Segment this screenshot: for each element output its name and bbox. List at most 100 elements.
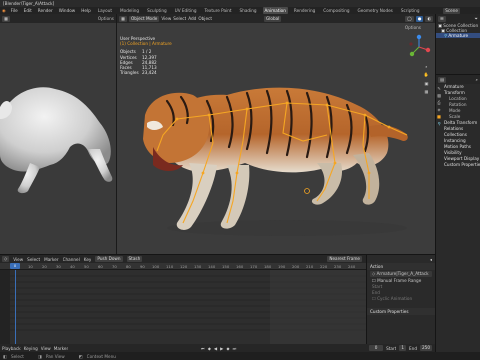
tab-sculpting[interactable]: Sculpting xyxy=(145,7,169,14)
tab-layout[interactable]: Layout xyxy=(96,7,114,14)
sidebar-tabs: ◂ xyxy=(367,255,435,263)
tab-texture-paint[interactable]: Texture Paint xyxy=(203,7,234,14)
keying-menu[interactable]: Keying xyxy=(24,346,38,351)
dope-key-menu[interactable]: Key xyxy=(84,257,92,262)
ruler-tick: 240 xyxy=(348,264,356,269)
scene-tab-icon[interactable]: ◈ xyxy=(437,107,440,112)
tab-uv-editing[interactable]: UV Editing xyxy=(173,7,199,14)
dope-select-menu[interactable]: Select xyxy=(27,257,40,262)
tab-rendering[interactable]: Rendering xyxy=(292,7,317,14)
status-bar: ◧ Select ◨ Pan View ◩ Context Menu xyxy=(0,352,480,360)
ruler-tick: 180 xyxy=(264,264,272,269)
filter-icon[interactable]: ⏷ xyxy=(475,16,478,21)
mouse-middle-icon: ◨ xyxy=(37,353,42,359)
ruler-tick: 200 xyxy=(292,264,300,269)
menu-render[interactable]: Render xyxy=(37,7,54,14)
editor-type-button[interactable]: ▦ xyxy=(119,15,127,22)
ruler-tick: 50 xyxy=(84,264,89,269)
dope-channel-menu[interactable]: Channel xyxy=(63,257,80,262)
status-select: Select xyxy=(10,353,24,359)
play-icon[interactable]: ▶ xyxy=(220,346,223,351)
editor-type-button[interactable]: ☰ xyxy=(438,15,446,22)
editor-type-button[interactable]: ▦ xyxy=(2,15,10,22)
properties-header: ▤ ⌕ xyxy=(436,75,480,84)
main-3d-viewport[interactable]: ▦ Object Mode View Select Add Object Glo… xyxy=(116,14,435,254)
current-frame-indicator[interactable]: 0 xyxy=(10,263,20,269)
ruler-tick: 90 xyxy=(140,264,145,269)
editor-type-button[interactable]: ◇ xyxy=(2,256,10,262)
properties-panel[interactable]: ▤ ⌕ ✎ ▩ ⎙ ◈ ■ ⚲ Armature Transform Locat… xyxy=(435,74,480,360)
frame-ruler[interactable]: 0 10 20 30 40 50 60 70 80 90 100 110 120… xyxy=(0,263,366,270)
start-frame-field[interactable]: 1 xyxy=(399,345,407,351)
tab-compositing[interactable]: Compositing xyxy=(321,7,351,14)
object-mode-dropdown[interactable]: Object Mode xyxy=(128,15,160,22)
object-menu[interactable]: Object xyxy=(198,16,212,21)
stash-button[interactable]: Stash xyxy=(126,256,143,262)
nearest-frame-dropdown[interactable]: Nearest Frame xyxy=(327,256,362,262)
output-tab-icon[interactable]: ⎙ xyxy=(437,100,440,105)
playhead-line xyxy=(15,270,16,351)
status-context-menu: Context Menu xyxy=(86,353,116,359)
menu-edit[interactable]: Edit xyxy=(23,7,33,14)
blender-logo-icon[interactable]: ◉ xyxy=(2,8,6,13)
dope-marker-menu[interactable]: Marker xyxy=(44,257,58,262)
render-tab-icon[interactable]: ▩ xyxy=(437,93,441,98)
dope-view-menu[interactable]: View xyxy=(13,257,23,262)
outliner-row-armature[interactable]: ⚲ Armature xyxy=(436,33,480,38)
add-menu[interactable]: Add xyxy=(188,16,196,21)
collapse-icon[interactable]: ◂ xyxy=(430,257,432,262)
tool-tab-icon[interactable]: ✎ xyxy=(437,86,441,91)
transform-orientation-dropdown[interactable]: Global xyxy=(263,15,282,22)
ruler-tick: 220 xyxy=(320,264,328,269)
tab-scripting[interactable]: Scripting xyxy=(399,7,422,14)
ruler-tick: 40 xyxy=(70,264,75,269)
outliner-panel[interactable]: ☰ ⏷ ▣ Scene Collection ▣ Collection ⚲ Ar… xyxy=(435,14,480,74)
custom-properties-heading[interactable]: Custom Properties xyxy=(367,308,435,315)
play-reverse-icon[interactable]: ◀ xyxy=(214,346,217,351)
prop-custom-properties[interactable]: Custom Properties xyxy=(442,162,480,168)
menu-file[interactable]: File xyxy=(10,7,19,14)
data-tab-icon[interactable]: ⚲ xyxy=(437,121,440,126)
action-editor-header: ◇ View Select Marker Channel Key Push Do… xyxy=(0,255,366,263)
timeline-view-menu[interactable]: View xyxy=(41,346,51,351)
action-name-field[interactable]: ◇ Armature|Tiger_A_Attack xyxy=(370,271,432,277)
mouse-right-icon: ◩ xyxy=(78,353,83,359)
object-tab-icon[interactable]: ■ xyxy=(437,114,441,119)
tab-animation[interactable]: Animation xyxy=(262,7,288,14)
tab-shading[interactable]: Shading xyxy=(238,7,259,14)
playback-menu[interactable]: Playback xyxy=(2,346,21,351)
current-frame-field[interactable]: 0 xyxy=(369,345,384,351)
cyclic-animation-checkbox[interactable]: ☐ Cyclic Animation xyxy=(367,296,435,302)
jump-start-icon[interactable]: ⏮ xyxy=(201,346,205,351)
viewport-header: ▦ Object Mode View Select Add Object Glo… xyxy=(117,14,435,23)
left-options-menu[interactable]: Options xyxy=(98,16,114,21)
action-editor[interactable]: ◇ View Select Marker Channel Key Push Do… xyxy=(0,254,366,351)
end-frame-field[interactable]: 250 xyxy=(420,345,432,351)
ruler-tick: 60 xyxy=(98,264,103,269)
action-panel-heading[interactable]: Action xyxy=(367,263,435,270)
push-down-button[interactable]: Push Down xyxy=(95,256,123,262)
editor-type-button[interactable]: ▤ xyxy=(438,76,446,83)
camera-viewport[interactable]: ▦ Options xyxy=(0,14,116,254)
search-icon[interactable]: ⌕ xyxy=(476,77,478,82)
end-frame-label: End xyxy=(409,345,417,351)
timeline-marker-menu[interactable]: Marker xyxy=(54,346,68,351)
camera-viewport-header: ▦ Options xyxy=(0,14,116,23)
wireframe-shading-button[interactable]: ◯ xyxy=(405,15,414,22)
tab-modeling[interactable]: Modeling xyxy=(118,7,141,14)
solid-shading-button[interactable]: ● xyxy=(415,15,424,22)
ruler-tick: 110 xyxy=(166,264,174,269)
action-sidebar[interactable]: ◂ Action ◇ Armature|Tiger_A_Attack ☐ Man… xyxy=(366,254,435,350)
prev-keyframe-icon[interactable]: ◆ xyxy=(208,346,211,351)
scene-selector[interactable]: Scene xyxy=(443,7,460,14)
ruler-tick: 80 xyxy=(126,264,131,269)
select-menu[interactable]: Select xyxy=(173,16,186,21)
keyframe-area[interactable] xyxy=(0,270,366,351)
material-shading-button[interactable]: ◐ xyxy=(425,15,433,22)
jump-end-icon[interactable]: ⏭ xyxy=(233,346,237,351)
view-menu[interactable]: View xyxy=(161,16,171,21)
tab-geometry-nodes[interactable]: Geometry Nodes xyxy=(356,7,395,14)
menu-window[interactable]: Window xyxy=(58,7,77,14)
menu-help[interactable]: Help xyxy=(80,7,92,14)
next-keyframe-icon[interactable]: ◆ xyxy=(226,346,229,351)
